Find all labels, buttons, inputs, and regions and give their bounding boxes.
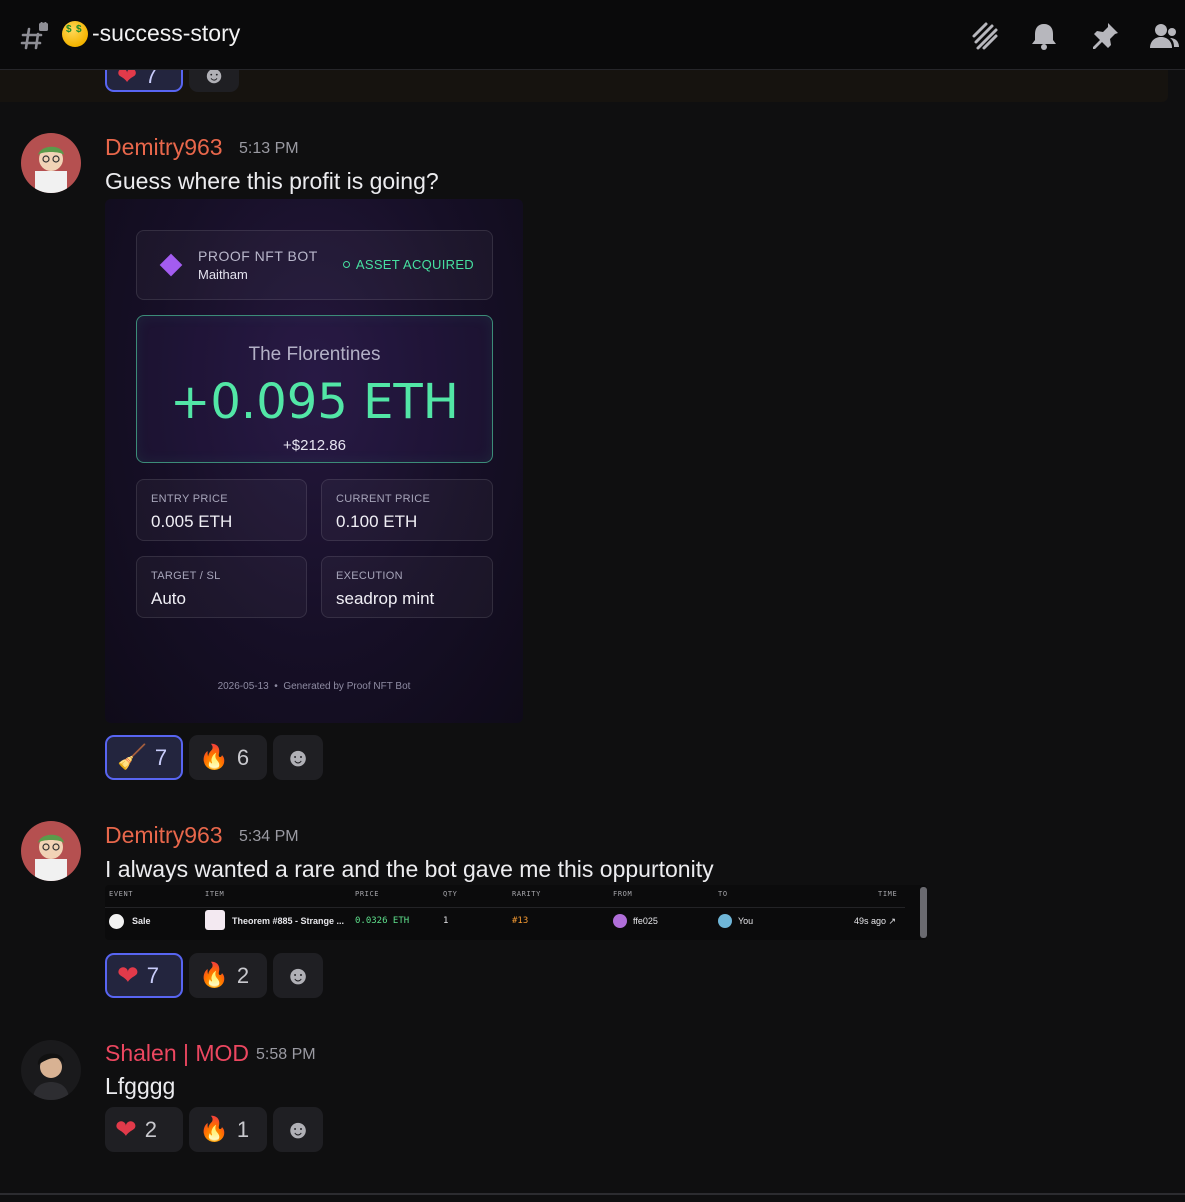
channel-hash-icon: [20, 22, 48, 50]
timestamp: 5:34 PM: [239, 828, 299, 845]
message-text: Lfgggg: [105, 1073, 176, 1099]
stat-entry-price: ENTRY PRICE 0.005 ETH: [136, 479, 307, 541]
smiley-icon: ☻: [284, 960, 312, 990]
stat-execution: EXECUTION seadrop mint: [321, 556, 493, 618]
fire-icon: 🔥: [199, 744, 229, 771]
message-input-edge[interactable]: [0, 1193, 1185, 1202]
divider: [105, 907, 905, 908]
stat-current-price: CURRENT PRICE 0.100 ETH: [321, 479, 493, 541]
user-avatar-image: [21, 133, 81, 193]
smiley-icon: ☻: [284, 1114, 312, 1144]
money-face-emoji-icon: [62, 20, 88, 47]
add-reaction-button[interactable]: ☻: [273, 1107, 323, 1152]
profit-eth: +0.095 ETH: [170, 374, 459, 430]
col-header-event: EVENT: [109, 890, 134, 898]
channel-header: -success-story: [0, 0, 1185, 70]
cell-from[interactable]: ffe025: [633, 916, 658, 926]
user-avatar-image: [21, 821, 81, 881]
profit-usd: +$212.86: [283, 437, 346, 454]
reaction-fire[interactable]: 🔥 6: [189, 735, 267, 780]
col-header-price: PRICE: [355, 890, 380, 898]
avatar[interactable]: [21, 133, 81, 193]
card-footer: 2026-05-13 • Generated by Proof NFT Bot: [217, 681, 411, 692]
bot-user: Maitham: [198, 267, 248, 282]
username[interactable]: Shalen | MOD: [105, 1040, 249, 1067]
cell-event: Sale: [132, 916, 151, 926]
message-text: Guess where this profit is going?: [105, 168, 439, 194]
reaction-broom[interactable]: 🧹 7: [105, 735, 183, 780]
scrollbar[interactable]: [920, 887, 927, 938]
sale-icon: [109, 914, 124, 929]
timestamp: 5:13 PM: [239, 140, 299, 157]
nft-profit-card-image[interactable]: PROOF NFT BOT Maitham ASSET ACQUIRED The…: [105, 199, 523, 723]
bell-icon[interactable]: [1028, 20, 1060, 52]
sale-table-image[interactable]: EVENT ITEM PRICE QTY RARITY FROM TO TIME…: [105, 885, 927, 940]
cell-rarity: #13: [512, 916, 529, 926]
message-text: I always wanted a rare and the bot gave …: [105, 856, 714, 882]
reaction-heart[interactable]: ❤ 2: [105, 1107, 183, 1152]
collection-name: The Florentines: [248, 344, 381, 365]
pin-icon[interactable]: [1089, 20, 1121, 52]
timestamp: 5:58 PM: [256, 1046, 316, 1063]
reaction-fire[interactable]: 🔥 2: [189, 953, 267, 998]
cell-time[interactable]: 49s ago ↗: [854, 916, 896, 927]
diamond-icon: [159, 253, 183, 277]
reaction-heart[interactable]: ❤ 7: [105, 953, 183, 998]
bot-header-panel: PROOF NFT BOT Maitham ASSET ACQUIRED: [136, 230, 493, 300]
status-badge: ASSET ACQUIRED: [342, 257, 474, 272]
cell-to[interactable]: You: [738, 916, 753, 926]
from-avatar-icon: [613, 914, 627, 928]
user-avatar-image: [21, 1040, 81, 1100]
col-header-qty: QTY: [443, 890, 458, 898]
add-reaction-button[interactable]: ☻: [273, 953, 323, 998]
bot-title: PROOF NFT BOT: [198, 248, 318, 264]
fire-icon: 🔥: [199, 1116, 229, 1143]
broom-icon: 🧹: [117, 744, 147, 771]
fire-icon: 🔥: [199, 962, 229, 989]
heart-icon: ❤: [117, 960, 139, 990]
col-header-item: ITEM: [205, 890, 225, 898]
add-reaction-button[interactable]: ☻: [273, 735, 323, 780]
avatar[interactable]: [21, 1040, 81, 1100]
status-dot-icon: [342, 261, 350, 269]
smiley-icon: ☻: [284, 742, 312, 772]
members-icon[interactable]: [1148, 20, 1180, 52]
avatar[interactable]: [21, 821, 81, 881]
col-header-from: FROM: [613, 890, 633, 898]
threads-icon[interactable]: [968, 20, 1000, 52]
item-thumbnail: [205, 910, 225, 930]
profit-panel: The Florentines +0.095 ETH +$212.86: [136, 315, 493, 463]
username[interactable]: Demitry963: [105, 134, 223, 161]
to-avatar-icon: [718, 914, 732, 928]
cell-item: Theorem #885 - Strange ...: [232, 916, 345, 926]
col-header-time: TIME: [878, 890, 898, 898]
cell-qty: 1: [443, 916, 449, 926]
col-header-to: TO: [718, 890, 728, 898]
reaction-fire[interactable]: 🔥 1: [189, 1107, 267, 1152]
cell-price: 0.0326 ETH: [355, 916, 410, 926]
username[interactable]: Demitry963: [105, 822, 223, 849]
col-header-rarity: RARITY: [512, 890, 541, 898]
channel-name: -success-story: [62, 20, 240, 47]
heart-icon: ❤: [115, 1114, 137, 1144]
stat-target-sl: TARGET / SL Auto: [136, 556, 307, 618]
